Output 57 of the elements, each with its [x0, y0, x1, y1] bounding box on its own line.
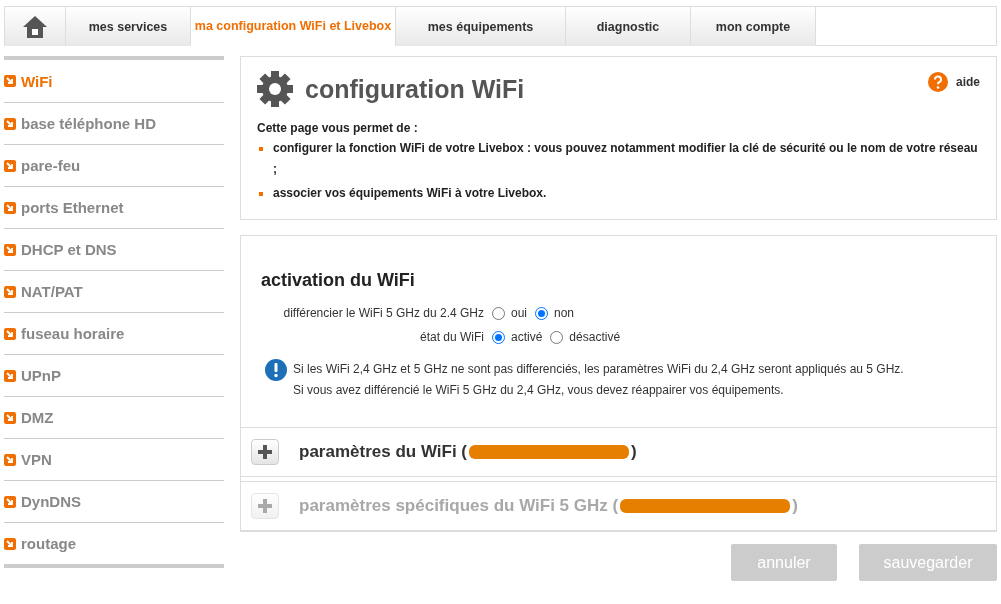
sidebar-item[interactable]: base téléphone HD: [4, 102, 224, 144]
arrow-icon: [4, 369, 16, 382]
sidebar-item[interactable]: WiFi: [4, 60, 224, 102]
arrow-icon: [4, 327, 16, 340]
radio-option[interactable]: activé: [492, 330, 543, 344]
nav-tab[interactable]: mon compte: [690, 6, 815, 46]
sidebar-item[interactable]: DMZ: [4, 396, 224, 438]
help-link[interactable]: aide: [928, 72, 980, 92]
arrow-icon: [4, 495, 16, 508]
intro-text: Cette page vous permet de :: [257, 121, 419, 135]
arrow-icon: [4, 453, 16, 466]
arrow-icon: [4, 243, 16, 256]
bullet-text: configurer la fonction WiFi de votre Livebox : vous pouvez notamment modifier la clé de sécurité ou le nom de votre réseau ;: [273, 140, 979, 178]
arrow-icon: [4, 75, 16, 87]
radio-option[interactable]: non: [535, 306, 575, 320]
arrow-icon: [4, 411, 16, 424]
gear-icon: [257, 71, 293, 107]
field-label: état du WiFi: [418, 330, 485, 344]
expand-button[interactable]: [251, 439, 279, 465]
home-tab[interactable]: [4, 6, 65, 46]
nav-tab[interactable]: diagnostic: [565, 6, 690, 46]
section-heading: paramètres du WiFi (: [299, 442, 467, 462]
info-icon: [265, 359, 287, 381]
radio-option[interactable]: désactivé: [550, 330, 621, 344]
help-icon: [928, 72, 948, 92]
section-heading: paramètres spécifiques du WiFi 5 GHz (: [299, 496, 619, 516]
sidebar-item[interactable]: routage: [4, 522, 224, 564]
plus-icon: [258, 499, 272, 513]
info-text: Si les WiFi 2,4 GHz et 5 GHz ne sont pas differenciés, les paramètres WiFi du 2,4 GHz seront appliqués au 5 GHz.: [293, 361, 904, 378]
sidebar-item[interactable]: NAT/PAT: [4, 270, 224, 312]
info-text: Si vous avez différencié le WiFi 5 GHz du 2,4 GHz, vous devez réappairer vos équipements.: [293, 382, 785, 399]
sidebar-item[interactable]: pare-feu: [4, 144, 224, 186]
nav-tab[interactable]: mes équipements: [395, 6, 565, 46]
field-label: différencier le WiFi 5 GHz du 2.4 GHz: [282, 306, 485, 320]
radio-option[interactable]: oui: [492, 306, 527, 320]
bullet-icon: [259, 147, 263, 151]
section-heading-end: ): [631, 442, 637, 462]
sidebar-item[interactable]: UPnP: [4, 354, 224, 396]
sidebar-item[interactable]: DHCP et DNS: [4, 228, 224, 270]
arrow-icon: [4, 117, 16, 130]
bullet-text: associer vos équipements WiFi à votre Livebox.: [273, 185, 547, 202]
sidebar-item[interactable]: ports Ethernet: [4, 186, 224, 228]
arrow-icon: [4, 201, 16, 214]
sidebar-item[interactable]: VPN: [4, 438, 224, 480]
page-title: configuration WiFi: [305, 74, 526, 104]
bullet-icon: [259, 192, 263, 196]
arrow-icon: [4, 537, 16, 550]
nav-tab[interactable]: mes services: [65, 6, 190, 46]
sidebar-item[interactable]: fuseau horaire: [4, 312, 224, 354]
section-title: activation du WiFi: [261, 270, 416, 291]
sidebar-item[interactable]: DynDNS: [4, 480, 224, 522]
home-icon: [23, 15, 47, 38]
section-heading-end: ): [792, 496, 798, 516]
arrow-icon: [4, 285, 16, 298]
nav-tab[interactable]: ma configuration WiFi et Livebox: [190, 6, 395, 46]
arrow-icon: [4, 159, 16, 172]
plus-icon: [258, 445, 272, 459]
